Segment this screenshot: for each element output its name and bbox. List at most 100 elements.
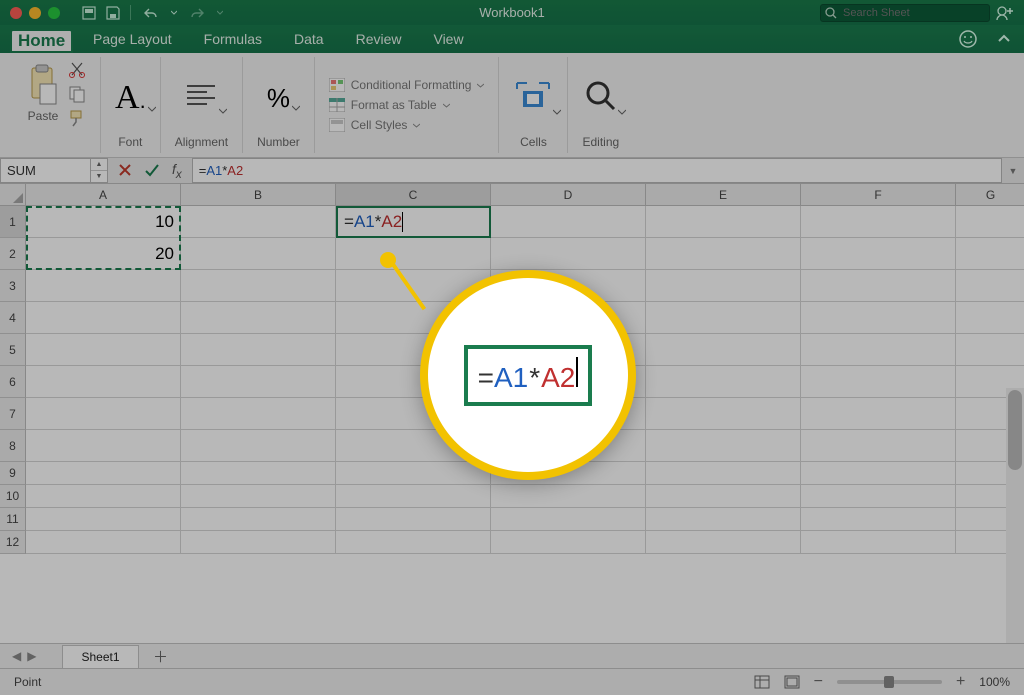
- row-headers: 1 2 3 4 5 6 7 8 9 10 11 12: [0, 206, 26, 554]
- col-header-D[interactable]: D: [491, 184, 646, 206]
- row-header-5[interactable]: 5: [0, 334, 26, 366]
- alignment-group-label: Alignment: [175, 135, 228, 149]
- column-headers: A B C D E F G: [26, 184, 1024, 206]
- collapse-ribbon-icon[interactable]: [996, 31, 1012, 47]
- ribbon-tabs: Home Insert Page Layout Formulas Data Re…: [0, 25, 1024, 53]
- col-header-B[interactable]: B: [181, 184, 336, 206]
- search-sheet-input[interactable]: [820, 4, 990, 22]
- col-header-E[interactable]: E: [646, 184, 801, 206]
- row-header-8[interactable]: 8: [0, 430, 26, 462]
- close-window-button[interactable]: [10, 7, 22, 19]
- cell-F1[interactable]: [801, 206, 956, 238]
- alignment-button[interactable]: [183, 80, 219, 117]
- name-box-stepper[interactable]: ▲▼: [90, 158, 108, 183]
- format-painter-icon[interactable]: [68, 109, 86, 127]
- tab-view[interactable]: View: [417, 25, 479, 53]
- redo-icon[interactable]: [187, 6, 207, 20]
- fx-icon[interactable]: fx: [172, 161, 182, 181]
- zoom-level[interactable]: 100%: [979, 675, 1010, 689]
- page-layout-view-icon[interactable]: [784, 675, 800, 689]
- sheet-prev-icon[interactable]: ◀: [12, 649, 21, 663]
- col-header-G[interactable]: G: [956, 184, 1024, 206]
- autosave-icon[interactable]: [82, 6, 96, 20]
- group-number: % Number: [243, 57, 315, 153]
- zoom-window-button[interactable]: [48, 7, 60, 19]
- editing-group-label: Editing: [582, 135, 619, 149]
- format-as-table-button[interactable]: Format as Table: [329, 98, 485, 112]
- paste-label: Paste: [28, 109, 59, 123]
- font-button[interactable]: A.: [115, 79, 146, 117]
- sheet-tab-sheet1[interactable]: Sheet1: [62, 645, 138, 668]
- row-header-12[interactable]: 12: [0, 531, 26, 554]
- editing-button[interactable]: [584, 79, 618, 118]
- formula-input[interactable]: =A1*A2: [192, 158, 1002, 183]
- number-button[interactable]: %: [267, 83, 290, 114]
- zoom-in-icon[interactable]: +: [956, 673, 965, 691]
- col-header-F[interactable]: F: [801, 184, 956, 206]
- cell-A2[interactable]: 20: [26, 238, 181, 270]
- row-header-6[interactable]: 6: [0, 366, 26, 398]
- tab-review[interactable]: Review: [340, 25, 418, 53]
- search-icon: [825, 7, 837, 19]
- copy-icon[interactable]: [68, 85, 86, 103]
- cancel-formula-icon[interactable]: [118, 163, 132, 177]
- cells-group-label: Cells: [520, 135, 547, 149]
- row-header-4[interactable]: 4: [0, 302, 26, 334]
- row-header-1[interactable]: 1: [0, 206, 26, 238]
- row-header-2[interactable]: 2: [0, 238, 26, 270]
- group-cells: Cells: [499, 57, 568, 153]
- sheet-next-icon[interactable]: ▶: [27, 649, 36, 663]
- cell-B1[interactable]: [181, 206, 336, 238]
- row-header-9[interactable]: 9: [0, 462, 26, 485]
- row-header-3[interactable]: 3: [0, 270, 26, 302]
- font-group-label: Font: [118, 135, 142, 149]
- cell-A1[interactable]: 10: [26, 206, 181, 238]
- cell-E2[interactable]: [646, 238, 801, 270]
- select-all-corner[interactable]: [0, 184, 26, 206]
- name-box[interactable]: SUM: [0, 158, 90, 183]
- minimize-window-button[interactable]: [29, 7, 41, 19]
- tab-formulas[interactable]: Formulas: [188, 25, 278, 53]
- callout-formula-cell: =A1*A2: [464, 345, 593, 406]
- tab-data[interactable]: Data: [278, 25, 340, 53]
- row-header-10[interactable]: 10: [0, 485, 26, 508]
- formula-bar: SUM ▲▼ fx =A1*A2 ▼: [0, 158, 1024, 184]
- row-header-7[interactable]: 7: [0, 398, 26, 430]
- row-header-11[interactable]: 11: [0, 508, 26, 531]
- title-bar: Workbook1: [0, 0, 1024, 25]
- cell-G2[interactable]: [956, 238, 1024, 270]
- save-icon[interactable]: [106, 6, 120, 20]
- tab-home[interactable]: Home: [10, 29, 73, 53]
- editing-cell-C1[interactable]: =A1*A2: [336, 206, 491, 238]
- expand-formula-bar-icon[interactable]: ▼: [1002, 166, 1024, 176]
- conditional-formatting-button[interactable]: Conditional Formatting: [329, 78, 485, 92]
- paste-button[interactable]: [22, 61, 64, 109]
- status-mode: Point: [14, 675, 41, 689]
- cell-E1[interactable]: [646, 206, 801, 238]
- tab-page-layout[interactable]: Page Layout: [77, 25, 188, 53]
- col-header-C[interactable]: C: [336, 184, 491, 206]
- sheet-tab-bar: ◀ ▶ Sheet1 ＋: [0, 643, 1024, 668]
- cell-styles-button[interactable]: Cell Styles: [329, 118, 485, 132]
- undo-icon[interactable]: [141, 6, 161, 20]
- col-header-A[interactable]: A: [26, 184, 181, 206]
- undo-dropdown-icon[interactable]: [171, 6, 177, 20]
- cell-F2[interactable]: [801, 238, 956, 270]
- cell-G1[interactable]: [956, 206, 1024, 238]
- status-bar: Point − + 100%: [0, 668, 1024, 695]
- zoom-out-icon[interactable]: −: [814, 673, 823, 691]
- cells-button[interactable]: [513, 79, 553, 118]
- add-sheet-button[interactable]: ＋: [147, 646, 175, 667]
- cell-C2[interactable]: [336, 238, 491, 270]
- normal-view-icon[interactable]: [754, 675, 770, 689]
- vertical-scrollbar[interactable]: [1006, 388, 1024, 644]
- feedback-icon[interactable]: [958, 29, 978, 49]
- zoom-slider[interactable]: [837, 680, 942, 684]
- redo-dropdown-icon[interactable]: [217, 6, 223, 20]
- enter-formula-icon[interactable]: [144, 163, 160, 177]
- cell-D2[interactable]: [491, 238, 646, 270]
- share-icon[interactable]: [996, 5, 1016, 21]
- cut-icon[interactable]: [68, 61, 86, 79]
- cell-D1[interactable]: [491, 206, 646, 238]
- cell-B2[interactable]: [181, 238, 336, 270]
